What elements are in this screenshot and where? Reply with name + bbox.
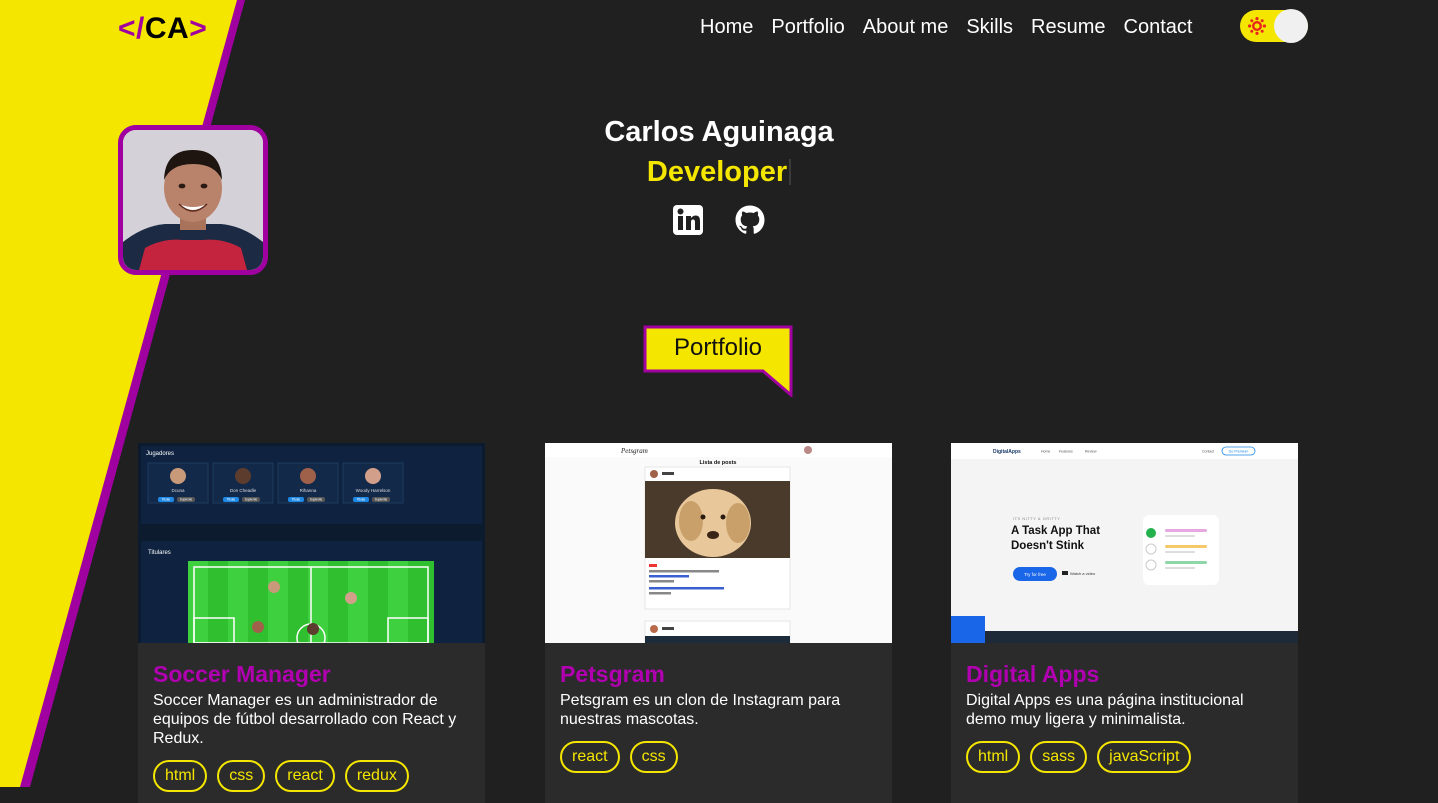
- github-icon[interactable]: [734, 204, 766, 236]
- project-tags: react css: [560, 741, 877, 773]
- nav-portfolio[interactable]: Portfolio: [771, 14, 844, 42]
- toggle-knob: [1274, 9, 1308, 43]
- linkedin-icon[interactable]: [672, 204, 704, 236]
- svg-text:Watch a video: Watch a video: [1070, 571, 1096, 576]
- svg-text:Go Premium: Go Premium: [1229, 450, 1249, 454]
- social-links: [519, 204, 919, 236]
- project-preview-digital-apps: DigitalApps Home Features Review Contact…: [951, 443, 1298, 643]
- project-tags: html sass javaScript: [966, 741, 1283, 773]
- tag-react: react: [560, 741, 620, 773]
- svg-text:Woody Harrelson: Woody Harrelson: [356, 488, 391, 493]
- project-preview-soccer-manager: Jugadores Dcuna Don Cheadle Rihanna Wood…: [138, 443, 485, 643]
- main-nav: Home Portfolio About me Skills Resume Co…: [700, 14, 1192, 42]
- nav-about-me[interactable]: About me: [863, 14, 949, 42]
- svg-text:ITS NITTY & GRITTY: ITS NITTY & GRITTY: [1013, 516, 1060, 521]
- svg-text:DigitalApps: DigitalApps: [993, 449, 1021, 455]
- portfolio-section-title: Portfolio: [643, 325, 793, 397]
- profile-avatar: [118, 125, 268, 275]
- project-description: Soccer Manager es un administrador de eq…: [153, 692, 457, 747]
- section-title-text: Portfolio: [673, 334, 763, 361]
- svg-text:Suplente: Suplente: [310, 497, 323, 501]
- tag-javascript: javaScript: [1097, 741, 1192, 773]
- svg-text:Don Cheadle: Don Cheadle: [230, 488, 257, 493]
- project-title[interactable]: Digital Apps: [966, 659, 1283, 689]
- svg-text:Dcuna: Dcuna: [171, 488, 185, 493]
- tag-css: css: [629, 741, 678, 773]
- project-title[interactable]: Soccer Manager: [153, 659, 470, 689]
- project-title[interactable]: Petsgram: [560, 659, 877, 689]
- project-tags: html css react redux: [153, 760, 470, 792]
- svg-text:Rihanna: Rihanna: [300, 488, 317, 493]
- svg-text:Titular: Titular: [357, 497, 367, 501]
- sun-icon: [1248, 17, 1266, 35]
- logo-initials: CA: [144, 12, 190, 45]
- tag-html: html: [966, 741, 1021, 773]
- hero: Carlos Aguinaga Developer: [519, 114, 919, 236]
- project-card-soccer-manager[interactable]: Jugadores Dcuna Don Cheadle Rihanna Wood…: [138, 443, 485, 803]
- svg-text:Suplente: Suplente: [180, 497, 193, 501]
- tag-html: html: [153, 760, 208, 792]
- svg-text:Titular: Titular: [227, 497, 237, 501]
- svg-text:Home: Home: [1041, 450, 1050, 454]
- hero-name: Carlos Aguinaga: [604, 116, 834, 148]
- hero-role-text: Developer: [646, 156, 788, 188]
- project-description: Petsgram es un clon de Instagram para nu…: [560, 692, 841, 728]
- logo-close-bracket: >: [189, 12, 208, 45]
- typing-cursor: [789, 159, 792, 185]
- nav-resume[interactable]: Resume: [1031, 14, 1105, 42]
- svg-text:Suplente: Suplente: [245, 497, 258, 501]
- logo-open-bracket: </: [118, 12, 145, 45]
- svg-text:Contact: Contact: [1202, 450, 1214, 454]
- svg-text:Titular: Titular: [162, 497, 172, 501]
- svg-text:Features: Features: [1059, 450, 1073, 454]
- nav-home[interactable]: Home: [700, 14, 753, 42]
- svg-text:Review: Review: [1085, 450, 1097, 454]
- theme-toggle[interactable]: [1240, 9, 1308, 43]
- tag-css: css: [217, 760, 266, 792]
- svg-text:Titulares: Titulares: [148, 550, 171, 556]
- project-preview-petsgram: Petsgram Lista de posts: [545, 443, 892, 643]
- project-card-petsgram[interactable]: Petsgram Lista de posts Petsgram Petsgra…: [545, 443, 892, 803]
- svg-text:Petsgram: Petsgram: [620, 447, 648, 455]
- project-description: Digital Apps es una página institucional…: [966, 692, 1244, 728]
- tag-sass: sass: [1030, 741, 1088, 773]
- nav-skills[interactable]: Skills: [966, 14, 1013, 42]
- svg-text:Jugadores: Jugadores: [146, 451, 174, 457]
- svg-text:Lista de posts: Lista de posts: [700, 460, 737, 466]
- svg-text:Suplente: Suplente: [375, 497, 388, 501]
- svg-text:Titular: Titular: [292, 497, 302, 501]
- tag-react: react: [275, 760, 335, 792]
- tag-redux: redux: [344, 760, 409, 792]
- svg-text:Try for free: Try for free: [1024, 572, 1046, 577]
- hero-role: Developer: [519, 154, 919, 190]
- avatar-portrait: [123, 130, 263, 270]
- nav-contact[interactable]: Contact: [1124, 14, 1193, 42]
- site-logo[interactable]: </CA>: [118, 12, 207, 46]
- project-card-digital-apps[interactable]: DigitalApps Home Features Review Contact…: [951, 443, 1298, 803]
